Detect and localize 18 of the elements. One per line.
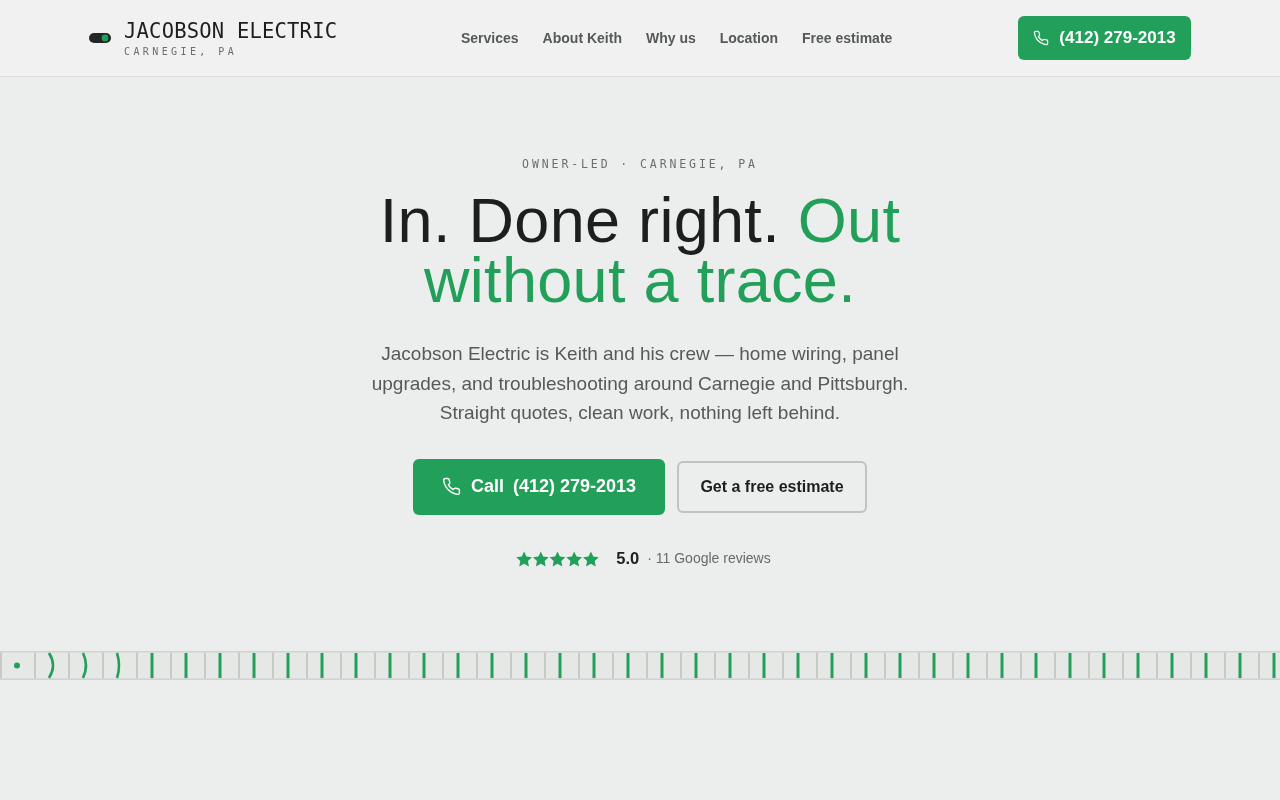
estimate-button[interactable]: Get a free estimate xyxy=(677,460,867,513)
call-button[interactable]: Call (412) 279-2013 xyxy=(413,458,665,515)
eyebrow-text: OWNER-LED · CARNEGIE, PA xyxy=(522,156,758,172)
nav-link[interactable]: Location xyxy=(719,28,779,48)
rating-score: 5.0 xyxy=(616,548,640,570)
nav-link[interactable]: Services xyxy=(461,28,519,48)
phone-icon xyxy=(1033,30,1050,46)
logo-name: JACOBSON ELECTRIC xyxy=(124,19,338,42)
nav-link[interactable]: Free estimate xyxy=(802,28,893,48)
phone-icon xyxy=(441,477,461,496)
logo-tagline: CARNEGIE, PA xyxy=(124,44,239,59)
phone-button[interactable]: (412) 279-2013 xyxy=(1018,16,1191,60)
nav-link[interactable]: Why us xyxy=(645,28,696,48)
review-count: · 11 Google reviews xyxy=(647,549,771,568)
toggle-switch-icon xyxy=(89,33,111,43)
hero-intro: Jacobson Electric is Keith and his crew — home wiring, panel upgrades, and troubleshooting around Carnegie and Pittsburgh. Straight quotes, clean work, nothing left behind. xyxy=(370,342,910,425)
nav-link[interactable]: About Keith xyxy=(542,28,622,48)
hero-headline: In. Done right. Out without a trace. xyxy=(378,190,902,310)
